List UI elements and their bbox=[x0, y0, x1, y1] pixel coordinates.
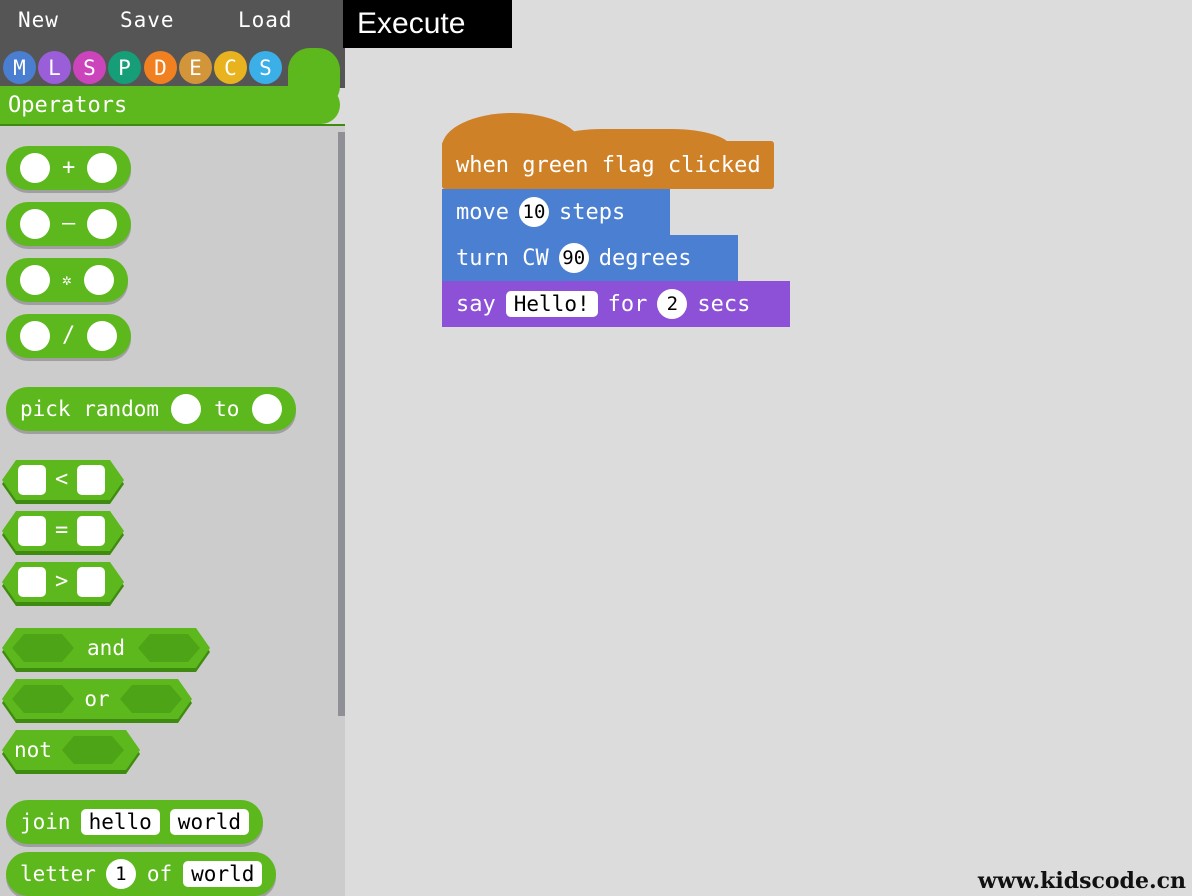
palette-block-pick-random[interactable]: pick random to bbox=[6, 387, 297, 431]
operator-symbol-equals: = bbox=[55, 518, 69, 543]
block-move-steps[interactable]: move 10 steps bbox=[442, 189, 670, 235]
palette-block-multiply[interactable]: ✲ bbox=[6, 258, 128, 302]
palette-block-divide[interactable]: / bbox=[6, 314, 132, 358]
palette-block-or[interactable]: or bbox=[2, 679, 192, 719]
category-button-data[interactable]: D bbox=[144, 51, 177, 84]
say-message-input[interactable]: Hello! bbox=[505, 291, 598, 317]
operator-symbol-subtract: – bbox=[62, 211, 76, 236]
palette-block-and[interactable]: and bbox=[2, 628, 210, 668]
category-letter: P bbox=[118, 55, 131, 80]
operator-symbol-greater-than: > bbox=[55, 569, 69, 594]
category-letter: S bbox=[259, 55, 272, 80]
category-button-pen[interactable]: P bbox=[108, 51, 141, 84]
palette-block-equals[interactable]: = bbox=[2, 511, 124, 551]
input-slot-right[interactable] bbox=[77, 567, 105, 597]
palette-block-subtract[interactable]: – bbox=[6, 202, 132, 246]
operator-symbol-add: + bbox=[62, 155, 76, 180]
category-button-sensing[interactable]: S bbox=[249, 51, 282, 84]
say-middle-label: for bbox=[607, 291, 648, 317]
menu-new-button[interactable]: New bbox=[18, 8, 59, 32]
pick-random-label: pick random bbox=[20, 397, 160, 421]
input-slot-right[interactable] bbox=[77, 465, 105, 495]
boolean-slot-right[interactable] bbox=[138, 634, 200, 662]
say-suffix-label: secs bbox=[697, 291, 751, 317]
category-title: Operators bbox=[0, 86, 340, 124]
turn-degrees-input[interactable]: 90 bbox=[558, 243, 589, 273]
move-suffix-label: steps bbox=[558, 199, 626, 225]
join-input-2[interactable]: world bbox=[169, 809, 250, 835]
category-button-control[interactable]: C bbox=[214, 51, 247, 84]
letter-label: letter bbox=[20, 862, 96, 886]
move-steps-input[interactable]: 10 bbox=[518, 197, 549, 227]
input-slot-left[interactable] bbox=[18, 567, 46, 597]
category-title-bar: Operators bbox=[0, 48, 345, 128]
operator-symbol-multiply: ✲ bbox=[62, 270, 72, 289]
and-label: and bbox=[87, 636, 125, 660]
script-stack[interactable]: when green flag clicked move 10 steps tu… bbox=[442, 113, 790, 327]
letter-string-input[interactable]: world bbox=[183, 861, 263, 887]
input-slot-left[interactable] bbox=[18, 465, 46, 495]
input-slot-right[interactable] bbox=[87, 209, 118, 239]
say-secs-input[interactable]: 2 bbox=[657, 289, 688, 319]
block-turn-cw-degrees[interactable]: turn CW 90 degrees bbox=[442, 235, 738, 281]
category-letter: D bbox=[154, 55, 167, 80]
menu-save-button[interactable]: Save bbox=[120, 8, 175, 32]
boolean-slot[interactable] bbox=[62, 736, 124, 764]
hat-block-label: when green flag clicked bbox=[456, 152, 761, 178]
boolean-slot-left[interactable] bbox=[12, 685, 74, 713]
operator-symbol-less-than: < bbox=[55, 467, 69, 492]
palette-block-not[interactable]: not bbox=[2, 730, 140, 770]
move-prefix-label: move bbox=[456, 199, 509, 225]
boolean-slot-right[interactable] bbox=[120, 685, 182, 713]
input-slot-right[interactable] bbox=[87, 321, 118, 351]
boolean-slot-left[interactable] bbox=[12, 634, 74, 662]
category-letter: M bbox=[13, 55, 26, 80]
top-toolbar: New Save Load bbox=[0, 0, 345, 48]
input-slot-right[interactable] bbox=[83, 265, 114, 295]
category-button-sound[interactable]: S bbox=[73, 51, 106, 84]
block-when-green-flag-clicked[interactable]: when green flag clicked bbox=[442, 113, 774, 189]
execute-button[interactable]: Execute bbox=[343, 0, 512, 48]
hat-dome-shape-2 bbox=[542, 129, 732, 149]
palette-block-less-than[interactable]: < bbox=[2, 460, 124, 500]
palette-block-greater-than[interactable]: > bbox=[2, 562, 124, 602]
input-slot-left[interactable] bbox=[20, 153, 50, 183]
block-palette[interactable]: + – ✲ / pick random to < = > and or not … bbox=[0, 126, 345, 896]
palette-block-add[interactable]: + bbox=[6, 146, 132, 190]
input-slot-right[interactable] bbox=[87, 153, 118, 183]
category-letter: C bbox=[224, 55, 237, 80]
input-slot-from[interactable] bbox=[171, 394, 202, 424]
menu-load-button[interactable]: Load bbox=[238, 8, 293, 32]
category-letter: L bbox=[48, 55, 61, 80]
join-input-1[interactable]: hello bbox=[80, 809, 160, 835]
input-slot-right[interactable] bbox=[77, 516, 105, 546]
input-slot-left[interactable] bbox=[20, 321, 50, 351]
category-button-motion[interactable]: M bbox=[3, 51, 36, 84]
or-label: or bbox=[84, 687, 110, 711]
letter-index-input[interactable]: 1 bbox=[105, 859, 136, 889]
site-watermark: www.kidscode.cn bbox=[977, 868, 1186, 894]
input-slot-left[interactable] bbox=[20, 265, 50, 295]
turn-prefix-label: turn CW bbox=[456, 245, 549, 271]
not-label: not bbox=[14, 738, 52, 762]
palette-block-join[interactable]: join hello world bbox=[6, 800, 264, 844]
script-canvas[interactable]: when green flag clicked move 10 steps tu… bbox=[345, 48, 1192, 896]
category-letter: S bbox=[83, 55, 96, 80]
category-letter: E bbox=[189, 55, 202, 80]
palette-block-letter-of[interactable]: letter 1 of world bbox=[6, 852, 277, 896]
block-say-for-secs[interactable]: say Hello! for 2 secs bbox=[442, 281, 790, 327]
join-label: join bbox=[20, 810, 71, 834]
category-button-events[interactable]: E bbox=[179, 51, 212, 84]
say-prefix-label: say bbox=[456, 291, 496, 317]
input-slot-left[interactable] bbox=[20, 209, 50, 239]
input-slot-left[interactable] bbox=[18, 516, 46, 546]
operator-symbol-divide: / bbox=[62, 323, 76, 348]
input-slot-to[interactable] bbox=[252, 394, 283, 424]
turn-suffix-label: degrees bbox=[598, 245, 692, 271]
pick-random-to-label: to bbox=[214, 397, 240, 421]
letter-of-label: of bbox=[146, 862, 173, 886]
category-button-looks[interactable]: L bbox=[38, 51, 71, 84]
